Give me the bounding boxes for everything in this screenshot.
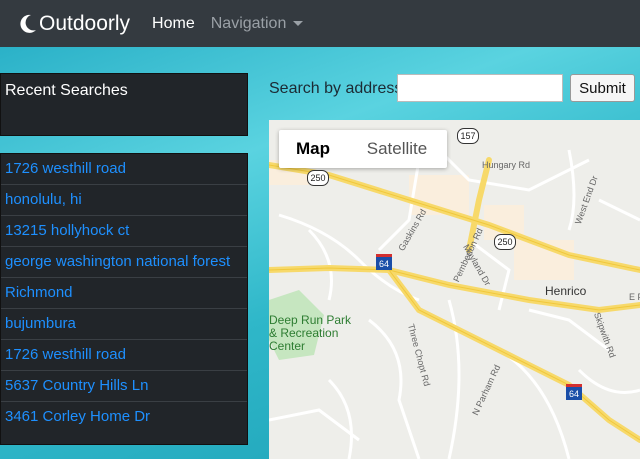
recent-searches-list: 1726 westhill road honolulu, hi 13215 ho… <box>0 153 248 445</box>
interstate-shield-64: 64 <box>376 254 392 270</box>
nav-navigation-dropdown[interactable]: Navigation <box>211 15 304 33</box>
recent-search-item[interactable]: 3461 Corley Home Dr <box>1 402 247 432</box>
crescent-moon-icon <box>20 14 36 33</box>
place-label-henrico: Henrico <box>545 284 587 298</box>
route-shield-250: 250 <box>494 234 516 250</box>
place-label-park: Deep Run Park & Recreation Center <box>269 313 352 353</box>
recent-search-item[interactable]: Richmond <box>1 278 247 309</box>
recent-search-item[interactable]: 1726 westhill road <box>1 154 247 185</box>
nav-home[interactable]: Home <box>152 15 195 33</box>
navbar: Outdoorly Home Navigation <box>0 0 640 47</box>
search-label: Search by address <box>269 80 403 97</box>
route-shield-250: 250 <box>307 170 329 186</box>
recent-search-item[interactable]: 13215 hollyhock ct <box>1 216 247 247</box>
brand-name: Outdoorly <box>39 11 131 35</box>
map-type-satellite-button[interactable]: Satellite <box>347 130 447 168</box>
recent-searches-title: Recent Searches <box>5 82 128 99</box>
recent-searches-header: Recent Searches <box>0 73 248 136</box>
address-search-input[interactable] <box>397 74 563 102</box>
recent-search-item[interactable]: 1726 westhill road <box>1 340 247 371</box>
map-view[interactable]: Map Satellite Henrico Deep Run Park & Re… <box>269 120 640 459</box>
map-type-toggle: Map Satellite <box>279 130 447 168</box>
recent-search-item[interactable]: bujumbura <box>1 309 247 340</box>
road-label-e-p: E P <box>629 292 640 302</box>
route-shield-157: 157 <box>457 128 479 144</box>
map-type-map-button[interactable]: Map <box>279 130 347 168</box>
recent-search-item[interactable]: george washington national forest <box>1 247 247 278</box>
nav-navigation-label: Navigation <box>210 14 287 32</box>
road-label-hungary: Hungary Rd <box>482 160 531 170</box>
chevron-down-icon <box>293 21 304 26</box>
submit-button[interactable]: Submit <box>570 74 635 102</box>
interstate-shield-64: 64 <box>566 384 582 400</box>
recent-search-item[interactable]: honolulu, hi <box>1 185 247 216</box>
brand-link[interactable]: Outdoorly <box>18 12 130 36</box>
recent-search-item[interactable]: 5637 Country Hills Ln <box>1 371 247 402</box>
